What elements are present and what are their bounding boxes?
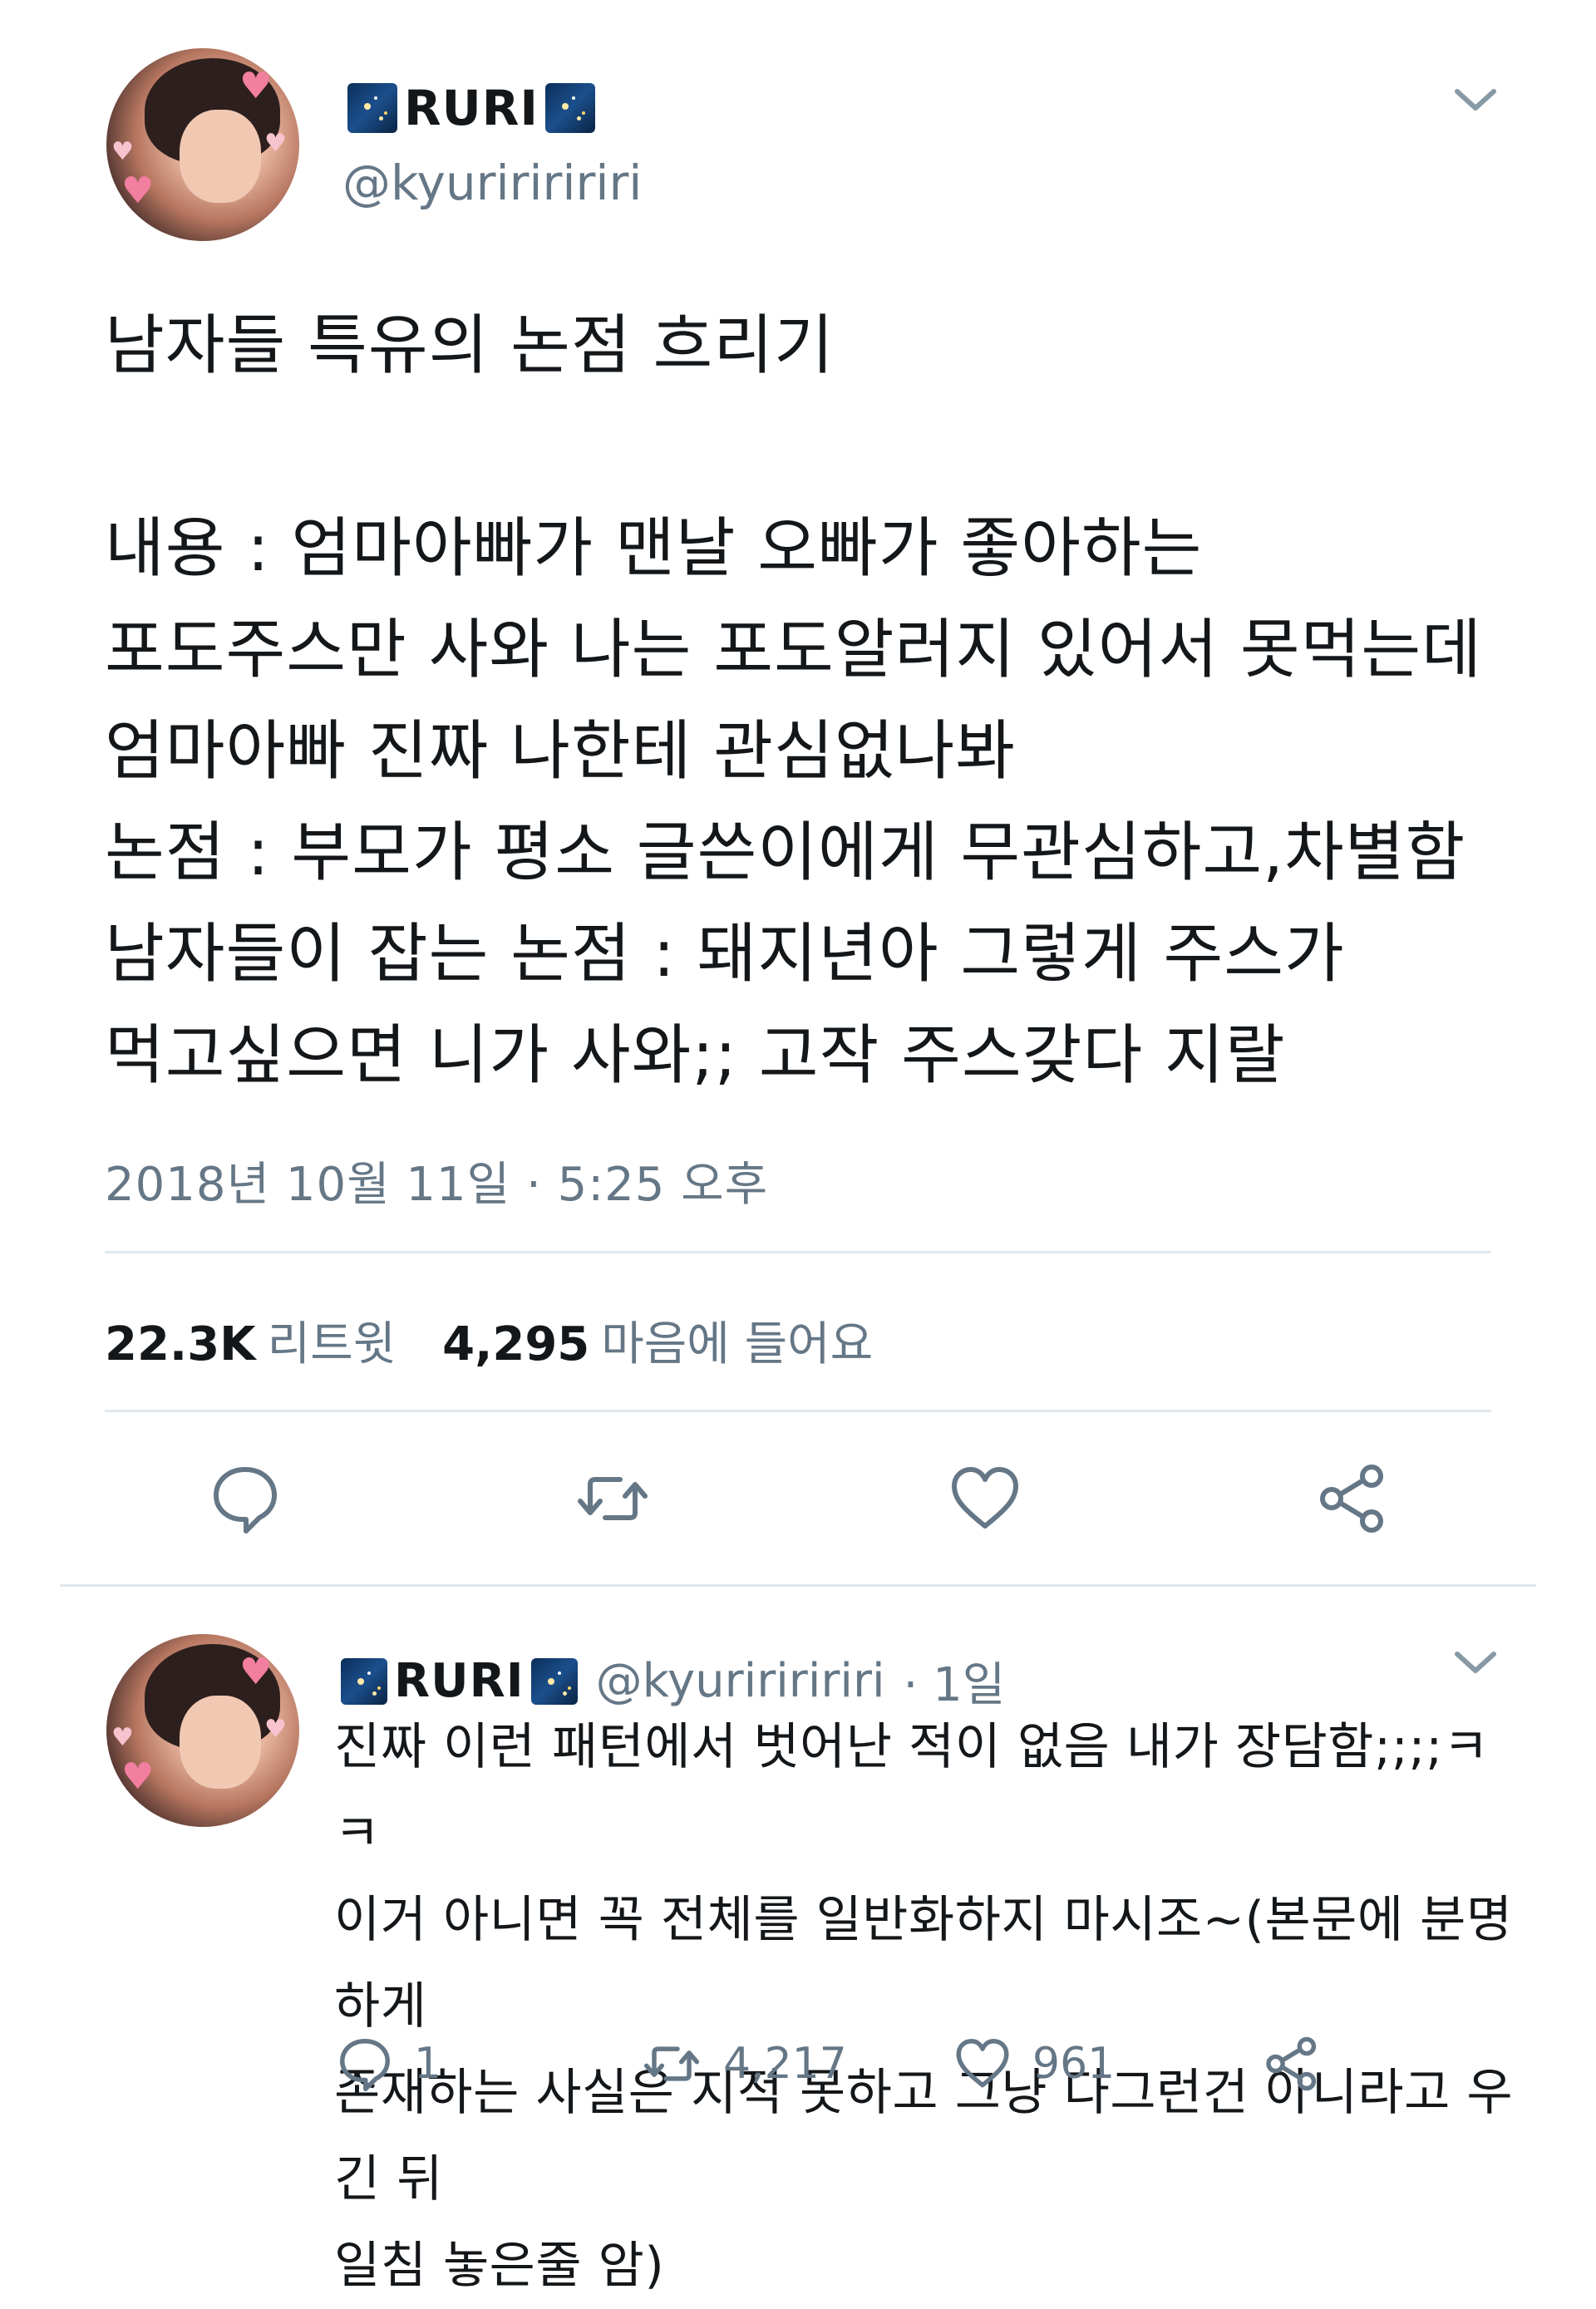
share-icon[interactable]: [1262, 2035, 1322, 2093]
reply-display-name[interactable]: RURI: [394, 1654, 525, 1708]
night-sky-emoji-icon: [347, 83, 397, 133]
display-name[interactable]: RURI: [404, 80, 539, 136]
engagement-stats: 22.3K 리트윗 4,295 마음에 들어요: [105, 1307, 919, 1374]
heart-sticker-icon: ♥: [121, 170, 155, 212]
author-name-row[interactable]: RURI: [347, 80, 595, 136]
reply-handle[interactable]: @kyuririririri: [596, 1654, 885, 1708]
night-sky-emoji-icon: [341, 1657, 387, 1705]
divider: [105, 1251, 1491, 1253]
heart-sticker-icon: ♥: [111, 1723, 134, 1752]
chevron-down-icon[interactable]: [1451, 1646, 1500, 1679]
retweets-count[interactable]: 22.3K: [105, 1317, 256, 1371]
heart-sticker-icon: ♥: [239, 1651, 273, 1693]
like-count: 961: [1032, 2039, 1116, 2089]
retweet-icon: [643, 2046, 700, 2081]
tweet-text: 남자들 특유의 논점 흐리기 내용 : 엄마아빠가 맨날 오빠가 좋아하는 포도…: [105, 308, 1482, 1093]
reply-avatar[interactable]: ♥ ♥ ♥ ♥: [106, 1634, 299, 1827]
heart-sticker-icon: ♥: [264, 129, 287, 158]
retweet-count: 4,217: [723, 2039, 847, 2089]
chevron-down-icon[interactable]: [1451, 83, 1500, 116]
retweets-label[interactable]: 리트윗: [268, 1307, 397, 1374]
night-sky-emoji-icon: [545, 83, 595, 133]
timestamp[interactable]: 2018년 10월 11일 · 5:25 오후: [105, 1147, 768, 1214]
heart-sticker-icon: ♥: [239, 65, 273, 107]
reply-like-button[interactable]: 961: [953, 2035, 1115, 2093]
reply-retweet-button[interactable]: 4,217: [640, 2035, 847, 2093]
reply-text: 진짜 이런 패턴에서 벗어난 적이 없음 내가 장담함;;;;ㅋㅋ 이거 아니면…: [334, 1718, 1514, 2295]
heart-sticker-icon: ♥: [111, 137, 134, 166]
night-sky-emoji-icon: [530, 1657, 578, 1705]
retweet-icon[interactable]: [575, 1461, 650, 1536]
heart-sticker-icon: ♥: [264, 1715, 287, 1744]
avatar-face: [180, 110, 261, 203]
reply-icon: [340, 2039, 390, 2092]
likes-label[interactable]: 마음에 들어요: [601, 1307, 873, 1374]
avatar[interactable]: ♥ ♥ ♥ ♥: [106, 48, 299, 241]
handle[interactable]: @kyuririririri: [342, 155, 642, 211]
heart-icon: [956, 2039, 1009, 2088]
avatar-face: [180, 1696, 261, 1789]
reply-reply-button[interactable]: 1: [336, 2035, 441, 2093]
heart-icon[interactable]: [948, 1461, 1022, 1536]
share-icon[interactable]: [1315, 1461, 1390, 1536]
heart-sticker-icon: ♥: [121, 1755, 155, 1798]
reply-count: 1: [414, 2039, 442, 2089]
divider: [105, 1410, 1491, 1412]
divider: [60, 1584, 1536, 1587]
likes-count[interactable]: 4,295: [442, 1317, 589, 1371]
reply-icon[interactable]: [208, 1461, 283, 1536]
